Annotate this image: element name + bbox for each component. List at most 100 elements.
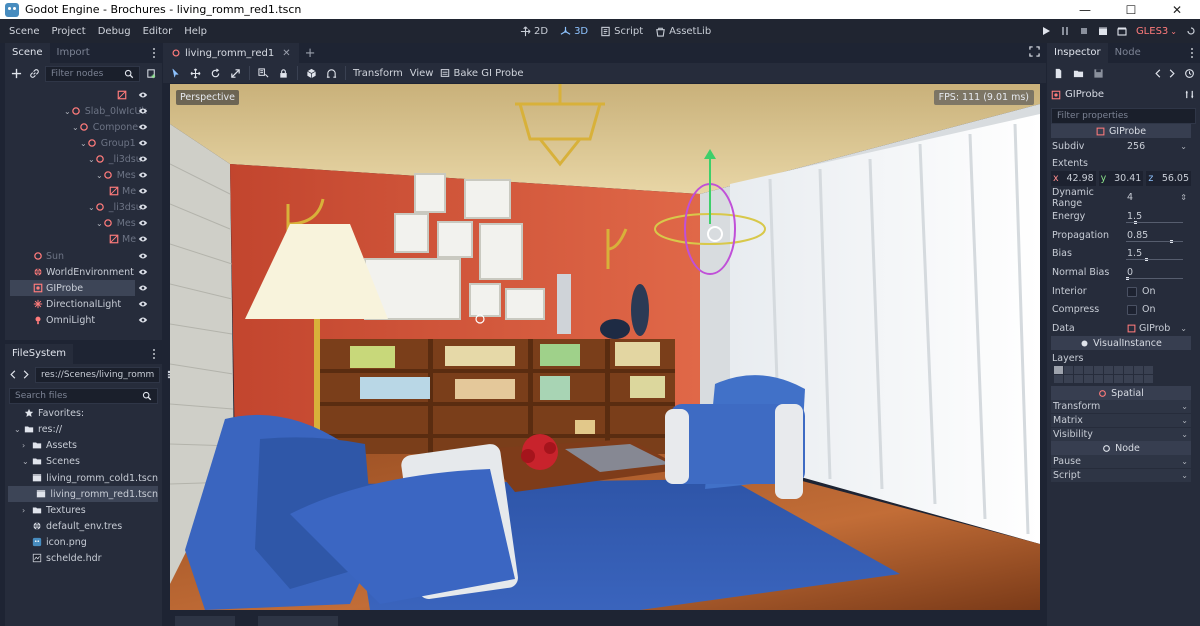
stop-button[interactable] bbox=[1075, 19, 1094, 43]
tab-inspector[interactable]: Inspector bbox=[1047, 43, 1108, 63]
propagation-slider[interactable]: 0.85 bbox=[1123, 228, 1191, 243]
scene-tree-node[interactable]: ⌄ Compone bbox=[10, 119, 138, 135]
maximize-button[interactable]: ☐ bbox=[1108, 0, 1154, 19]
transform-menu[interactable]: Transform bbox=[353, 68, 403, 79]
history-forward-button[interactable] bbox=[1168, 67, 1176, 81]
snap-button[interactable] bbox=[325, 67, 338, 80]
bake-gi-probe-button[interactable]: Bake GI Probe bbox=[440, 68, 523, 79]
layer-cell[interactable] bbox=[1104, 375, 1113, 383]
scene-tree-node[interactable]: Sun bbox=[10, 248, 135, 264]
visibility-eye-icon[interactable] bbox=[138, 267, 148, 277]
data-resource-picker[interactable]: GIProb ⌄ bbox=[1123, 321, 1191, 336]
tab-scene[interactable]: Scene bbox=[5, 43, 50, 63]
play-scene-button[interactable] bbox=[1094, 19, 1113, 43]
distraction-free-button[interactable] bbox=[1029, 46, 1040, 60]
layer-cell[interactable] bbox=[1054, 366, 1063, 374]
history-button[interactable] bbox=[1182, 67, 1196, 81]
dock-menu-icon[interactable] bbox=[149, 349, 159, 359]
dock-menu-icon[interactable] bbox=[1187, 48, 1197, 58]
file-search-input[interactable]: Search files bbox=[9, 387, 158, 404]
bias-slider-knob[interactable] bbox=[1145, 258, 1149, 261]
layer-cell[interactable] bbox=[1144, 366, 1153, 374]
expand-arrow-icon[interactable]: ⌄ bbox=[88, 155, 95, 164]
compress-checkbox[interactable]: On bbox=[1123, 302, 1191, 317]
expand-arrow-icon[interactable]: ⌄ bbox=[80, 139, 87, 148]
category-pause[interactable]: Pause ⌄ bbox=[1051, 455, 1191, 468]
layer-cell[interactable] bbox=[1084, 375, 1093, 383]
layer-cell[interactable] bbox=[1054, 375, 1063, 383]
pause-button[interactable] bbox=[1056, 19, 1075, 43]
main-screen-assetlib[interactable]: AssetLib bbox=[655, 26, 711, 37]
history-back-button[interactable] bbox=[1154, 67, 1162, 81]
scene-tree-node[interactable]: WorldEnvironment bbox=[10, 264, 135, 280]
renderer-selector[interactable]: GLES3 ⌄ bbox=[1136, 26, 1177, 37]
scene-tree-node[interactable]: ⌄ Group1 bbox=[10, 135, 136, 151]
menu-project[interactable]: Project bbox=[46, 26, 92, 37]
layer-cell[interactable] bbox=[1134, 375, 1143, 383]
scale-mode-button[interactable] bbox=[229, 67, 242, 80]
attach-script-button[interactable] bbox=[144, 67, 158, 81]
tab-node[interactable]: Node bbox=[1108, 43, 1148, 63]
layer-cell[interactable] bbox=[1064, 375, 1073, 383]
save-resource-button[interactable] bbox=[1091, 67, 1105, 81]
visibility-eye-icon[interactable] bbox=[138, 186, 148, 196]
instance-scene-button[interactable] bbox=[27, 67, 41, 81]
propagation-slider-knob[interactable] bbox=[1170, 240, 1174, 243]
visibility-eye-icon[interactable] bbox=[138, 170, 148, 180]
expand-arrow-icon[interactable]: ⌄ bbox=[64, 107, 71, 116]
energy-slider-knob[interactable] bbox=[1133, 221, 1137, 224]
filesystem-item[interactable]: living_romm_cold1.tscn bbox=[8, 470, 158, 486]
layer-cell[interactable] bbox=[1094, 375, 1103, 383]
category-transform[interactable]: Transform ⌄ bbox=[1051, 400, 1191, 413]
back-button[interactable] bbox=[9, 368, 17, 382]
filesystem-item[interactable]: ⌄ Scenes bbox=[8, 453, 158, 469]
extents-z-field[interactable]: z 56.05 bbox=[1146, 171, 1192, 186]
visualinstance-class-header[interactable]: VisualInstance bbox=[1051, 336, 1191, 350]
main-screen-3d[interactable]: 3D bbox=[560, 26, 588, 37]
view-menu[interactable]: View bbox=[410, 68, 434, 79]
scene-tree-node[interactable]: Me bbox=[10, 183, 136, 199]
visibility-eye-icon[interactable] bbox=[138, 90, 148, 100]
menu-help[interactable]: Help bbox=[178, 26, 213, 37]
layer-cell[interactable] bbox=[1124, 366, 1133, 374]
scene-tab[interactable]: living_romm_red1 ✕ bbox=[163, 43, 299, 63]
normal-bias-slider[interactable]: 0 bbox=[1123, 265, 1191, 280]
scene-filter-input[interactable]: Filter nodes bbox=[45, 65, 140, 82]
add-node-button[interactable] bbox=[9, 67, 23, 81]
visibility-eye-icon[interactable] bbox=[138, 202, 148, 212]
expand-arrow-icon[interactable]: ⌄ bbox=[96, 219, 103, 228]
normal-bias-slider-knob[interactable] bbox=[1126, 277, 1129, 280]
update-spinner[interactable] bbox=[1181, 19, 1200, 43]
object-properties-button[interactable] bbox=[1182, 88, 1196, 102]
layer-cell[interactable] bbox=[1114, 366, 1123, 374]
spatial-class-header[interactable]: Spatial bbox=[1051, 386, 1191, 400]
layer-cell[interactable] bbox=[1074, 366, 1083, 374]
scene-tree-node[interactable]: ⌄ _li3dsu bbox=[10, 151, 142, 167]
layer-cell[interactable] bbox=[1144, 375, 1153, 383]
lock-button[interactable] bbox=[277, 67, 290, 80]
tab-import[interactable]: Import bbox=[50, 43, 97, 63]
layers-grid[interactable] bbox=[1054, 366, 1153, 383]
scene-tree-node[interactable]: ⌄ Mes bbox=[10, 215, 136, 231]
close-tab-icon[interactable]: ✕ bbox=[282, 48, 290, 59]
filesystem-item[interactable]: › Assets bbox=[8, 437, 158, 453]
layer-cell[interactable] bbox=[1134, 366, 1143, 374]
close-button[interactable]: ✕ bbox=[1154, 0, 1200, 19]
property-filter-input[interactable]: Filter properties bbox=[1051, 107, 1196, 124]
add-scene-tab-button[interactable]: + bbox=[305, 46, 316, 61]
visibility-eye-icon[interactable] bbox=[138, 218, 148, 228]
layer-cell[interactable] bbox=[1124, 375, 1133, 383]
category-matrix[interactable]: Matrix ⌄ bbox=[1051, 414, 1191, 427]
scene-tree-node[interactable]: ⌄ Slab_0lwIcUk bbox=[10, 103, 147, 119]
load-resource-button[interactable] bbox=[1071, 67, 1085, 81]
play-custom-scene-button[interactable] bbox=[1113, 19, 1132, 43]
visibility-eye-icon[interactable] bbox=[138, 283, 148, 293]
visibility-eye-icon[interactable] bbox=[138, 138, 148, 148]
expand-arrow-icon[interactable]: › bbox=[22, 441, 31, 450]
layer-cell[interactable] bbox=[1074, 375, 1083, 383]
visibility-eye-icon[interactable] bbox=[138, 106, 148, 116]
expand-arrow-icon[interactable]: ⌄ bbox=[14, 425, 23, 434]
path-field[interactable]: res://Scenes/living_romm bbox=[35, 366, 161, 383]
new-resource-button[interactable] bbox=[1051, 67, 1065, 81]
layer-cell[interactable] bbox=[1064, 366, 1073, 374]
